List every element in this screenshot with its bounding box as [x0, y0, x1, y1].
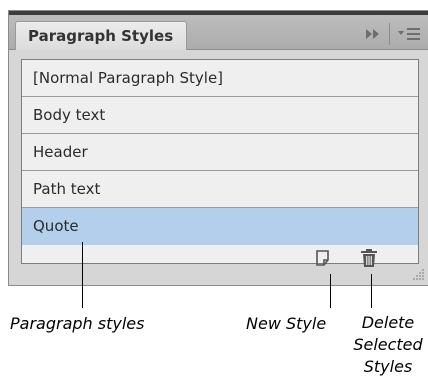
callout-delete-selected-styles: Delete Selected Styles	[348, 312, 428, 378]
resize-grip-icon[interactable]	[413, 268, 425, 280]
style-list-item[interactable]: Quote	[22, 208, 418, 245]
callout-delete-line3: Styles	[363, 357, 413, 376]
paragraph-styles-panel: Paragraph Styles [Normal Paragraph Style…	[8, 10, 428, 286]
tab-bar-divider	[389, 23, 390, 45]
style-list-item[interactable]: Header	[22, 134, 418, 171]
double-chevron-right-icon[interactable]	[365, 27, 381, 41]
paragraph-styles-list: [Normal Paragraph Style] Body text Header P…	[21, 59, 419, 264]
style-list-item[interactable]: Path text	[22, 171, 418, 208]
callout-new-style: New Style	[246, 314, 327, 333]
panel-tab-bar: Paragraph Styles	[9, 15, 428, 50]
new-style-icon[interactable]	[315, 249, 331, 267]
style-list-item[interactable]: Body text	[22, 97, 418, 134]
tab-paragraph-styles[interactable]: Paragraph Styles	[15, 21, 187, 50]
trash-icon[interactable]	[360, 248, 378, 268]
callout-delete-line2: Selected	[353, 335, 423, 354]
style-list-item[interactable]: [Normal Paragraph Style]	[22, 60, 418, 97]
panel-menu-icon[interactable]	[397, 26, 421, 42]
callout-delete-line1: Delete	[361, 313, 415, 332]
callout-line-paragraph-styles	[82, 242, 83, 308]
callout-paragraph-styles: Paragraph styles	[10, 314, 145, 333]
callout-line-delete	[371, 274, 372, 308]
callout-line-new-style	[330, 274, 331, 308]
